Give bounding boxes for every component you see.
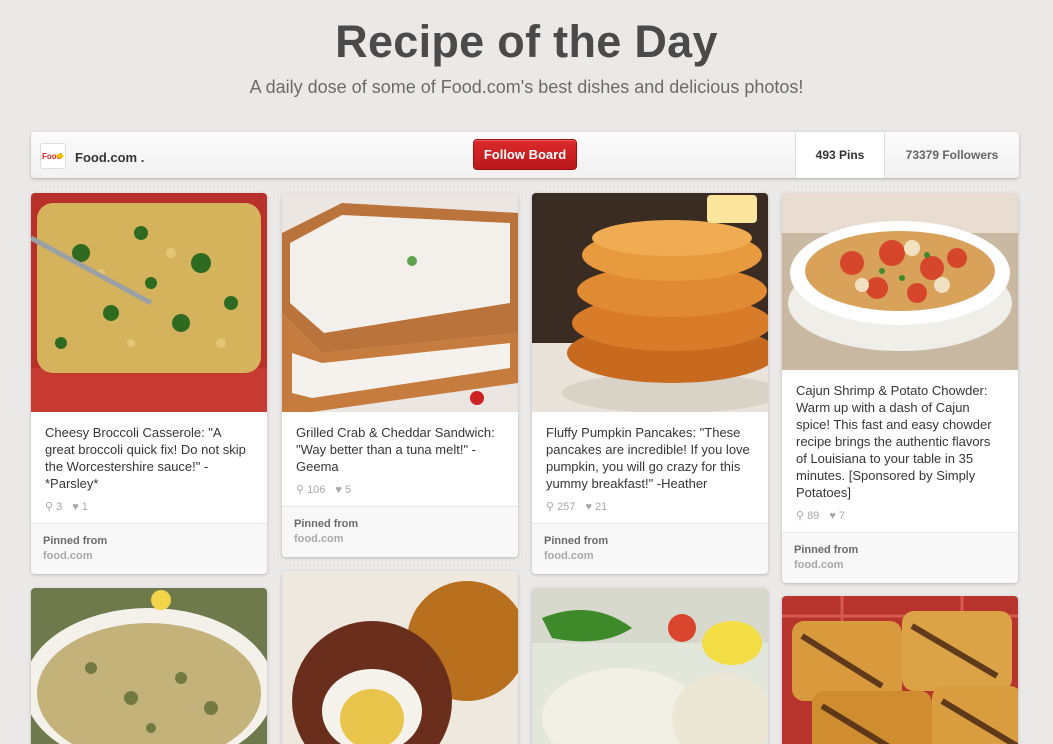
pin-image-spinach-dip[interactable]: [31, 588, 267, 744]
pin-card[interactable]: Fluffy Pumpkin Pancakes: "These pancakes…: [532, 193, 768, 574]
pin-description: Cheesy Broccoli Casserole: "A great broc…: [45, 425, 246, 491]
repin-icon: ⚲: [45, 501, 54, 513]
source-domain-link[interactable]: food.com: [794, 558, 1006, 573]
pinned-from-label: Pinned from: [794, 544, 859, 556]
pin-image-pumpkin-pancakes[interactable]: [532, 193, 768, 412]
pinned-from-label: Pinned from: [43, 535, 108, 547]
pin-card[interactable]: [782, 596, 1018, 744]
pin-stats: ⚲ 106 ♥ 5: [282, 475, 518, 506]
board-header-bar: Food Food.com . Follow Board 493 Pins 73…: [31, 132, 1019, 178]
pin-card[interactable]: Cheesy Broccoli Casserole: "A great broc…: [31, 193, 267, 574]
pin-source[interactable]: Pinned from food.com: [31, 523, 267, 574]
pin-stats: ⚲ 89 ♥ 7: [782, 501, 1018, 532]
owner-name-link[interactable]: Food.com .: [75, 150, 144, 165]
like-count: ♥ 1: [72, 500, 88, 513]
repin-count: ⚲ 106: [296, 483, 326, 497]
page-title: Recipe of the Day: [335, 16, 718, 67]
pin-image-grilled-bread[interactable]: [782, 596, 1018, 744]
repin-count: ⚲ 257: [546, 500, 576, 514]
repin-icon: ⚲: [546, 501, 555, 513]
pin-image-fish-dish[interactable]: [532, 588, 768, 744]
pin-description: Grilled Crab & Cheddar Sandwich: "Way be…: [296, 425, 495, 474]
pin-card[interactable]: [532, 588, 768, 744]
source-domain-link[interactable]: food.com: [294, 532, 506, 547]
heart-icon: ♥: [335, 483, 342, 496]
pin-card[interactable]: [282, 571, 518, 744]
like-count: ♥ 21: [585, 500, 608, 513]
pin-card[interactable]: [31, 588, 267, 744]
pinned-from-label: Pinned from: [294, 518, 359, 530]
repin-count: ⚲ 3: [45, 500, 63, 514]
pin-card[interactable]: Grilled Crab & Cheddar Sandwich: "Way be…: [282, 193, 518, 557]
source-domain-link[interactable]: food.com: [544, 549, 756, 564]
pin-stats: ⚲ 3 ♥ 1: [31, 492, 267, 523]
pin-source[interactable]: Pinned from food.com: [282, 506, 518, 557]
food-com-logo-icon: Food: [42, 152, 64, 161]
pin-image-broccoli-casserole[interactable]: [31, 193, 267, 412]
pin-description: Cajun Shrimp & Potato Chowder: Warm up w…: [796, 383, 992, 500]
like-count: ♥ 7: [829, 509, 845, 522]
pin-card[interactable]: Cajun Shrimp & Potato Chowder: Warm up w…: [782, 193, 1018, 583]
heart-icon: ♥: [829, 509, 836, 522]
repin-icon: ⚲: [796, 510, 805, 522]
page-subtitle: A daily dose of some of Food.com's best …: [249, 77, 804, 97]
heart-icon: ♥: [585, 500, 592, 513]
pin-image-scotch-eggs[interactable]: [282, 571, 518, 744]
pin-stats: ⚲ 257 ♥ 21: [532, 492, 768, 523]
pin-source[interactable]: Pinned from food.com: [532, 523, 768, 574]
like-count: ♥ 5: [335, 483, 352, 496]
pinned-from-label: Pinned from: [544, 535, 609, 547]
repin-count: ⚲ 89: [796, 509, 820, 523]
pin-image-grilled-sandwich[interactable]: [282, 193, 518, 412]
follow-board-button[interactable]: Follow Board: [473, 139, 577, 170]
pin-source[interactable]: Pinned from food.com: [782, 532, 1018, 583]
pins-count-tab[interactable]: 493 Pins: [795, 132, 884, 178]
pin-image-cajun-shrimp-chowder[interactable]: [782, 193, 1018, 370]
pin-description: Fluffy Pumpkin Pancakes: "These pancakes…: [546, 425, 750, 491]
heart-icon: ♥: [72, 500, 79, 513]
owner-avatar[interactable]: Food: [40, 143, 66, 169]
repin-icon: ⚲: [296, 484, 305, 496]
followers-count-tab[interactable]: 73379 Followers: [884, 132, 1019, 178]
source-domain-link[interactable]: food.com: [43, 549, 255, 564]
